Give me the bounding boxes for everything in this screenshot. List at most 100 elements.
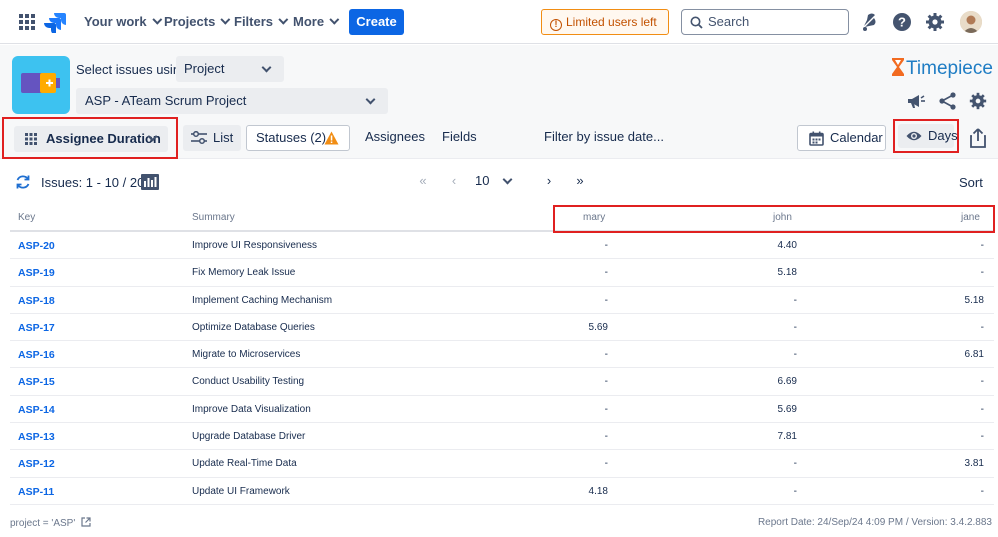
issue-source-value: Project (184, 61, 225, 76)
jane-duration: - (980, 321, 984, 333)
table-row: ASP-19 Fix Memory Leak Issue - 5.18 - (10, 259, 994, 287)
issue-key-link[interactable]: ASP-15 (18, 376, 55, 388)
notifications-icon[interactable] (858, 11, 880, 33)
mary-duration: - (604, 267, 608, 279)
issue-key-link[interactable]: ASP-13 (18, 431, 55, 443)
mary-duration: - (604, 294, 608, 306)
report-type-dropdown[interactable]: Assignee Duration (14, 126, 168, 152)
issues-count: Issues: 1 - 10 / 20 (41, 175, 145, 190)
mary-duration: - (604, 240, 608, 251)
table-row: ASP-11 Update UI Framework 4.18 - - (10, 478, 994, 505)
battery-icon (21, 73, 60, 93)
project-value: ASP - ATeam Scrum Project (85, 93, 247, 108)
fields-tab[interactable]: Fields (442, 129, 477, 144)
search-placeholder: Search (708, 14, 750, 29)
warning-triangle-icon (324, 131, 339, 145)
highlight-days: Days (893, 119, 959, 153)
highlight-assignee-columns (553, 205, 995, 233)
issue-source-select[interactable]: Project (176, 56, 284, 82)
mary-duration: - (604, 431, 608, 443)
search-input[interactable]: Search (681, 9, 849, 35)
project-select[interactable]: ASP - ATeam Scrum Project (76, 88, 388, 114)
share-network-icon[interactable] (938, 91, 958, 111)
nav-filters[interactable]: Filters (234, 12, 289, 32)
page-size-select[interactable]: 10 (475, 173, 513, 188)
calendar-button[interactable]: Calendar (797, 125, 886, 151)
issue-summary: Migrate to Microservices (192, 349, 301, 361)
project-avatar (12, 56, 70, 114)
settings-gear-icon[interactable] (968, 91, 988, 111)
last-page-button[interactable]: » (571, 173, 589, 188)
create-button[interactable]: Create (349, 9, 404, 35)
report-info: Report Date: 24/Sep/24 4:09 PM / Version… (757, 517, 992, 528)
john-duration: - (793, 458, 797, 470)
filter-by-issue-date[interactable]: Filter by issue date... (544, 129, 664, 144)
nav-your-work-label: Your work (84, 14, 147, 29)
table-row: ASP-12 Update Real-Time Data - - 3.81 (10, 450, 994, 478)
issue-key-link[interactable]: ASP-11 (18, 486, 54, 498)
column-header-key[interactable]: Key (18, 212, 35, 223)
issue-summary: Update UI Framework (192, 485, 290, 497)
nav-more-label: More (293, 14, 325, 29)
nav-projects[interactable]: Projects (164, 12, 231, 32)
settings-gear-icon[interactable] (924, 11, 946, 33)
brand-name: Timepiece (906, 58, 993, 79)
john-duration: 4.40 (777, 240, 797, 251)
chevron-down-icon (151, 14, 162, 25)
eye-icon (906, 131, 922, 141)
announcement-megaphone-icon[interactable] (906, 91, 926, 111)
issue-key-link[interactable]: ASP-20 (18, 240, 55, 252)
john-duration: 7.81 (777, 431, 797, 443)
chevron-down-icon (503, 174, 513, 185)
mary-duration: - (604, 349, 608, 361)
jane-duration: 3.81 (964, 458, 984, 470)
refresh-icon[interactable] (15, 174, 31, 190)
days-toggle-button[interactable]: Days (898, 124, 958, 148)
list-label: List (213, 130, 234, 145)
chevron-down-icon (329, 14, 340, 25)
john-duration: - (793, 294, 797, 306)
jira-logo-icon[interactable] (44, 11, 66, 33)
john-duration: - (793, 321, 797, 333)
issue-key-link[interactable]: ASP-14 (18, 404, 55, 416)
previous-page-button[interactable]: ‹ (445, 173, 463, 188)
person-icon (960, 11, 982, 33)
first-page-button[interactable]: « (414, 173, 432, 188)
bar-chart-icon[interactable] (140, 173, 160, 191)
table-row: ASP-14 Improve Data Visualization - 5.69 - (10, 396, 994, 424)
select-issues-label: Select issues using (76, 62, 188, 77)
jane-duration: - (980, 376, 984, 388)
issue-key-link[interactable]: ASP-12 (18, 458, 55, 470)
column-header-summary[interactable]: Summary (192, 212, 235, 223)
issue-key-link[interactable]: ASP-19 (18, 267, 55, 279)
jql-query[interactable]: project = 'ASP' (10, 517, 91, 529)
help-icon[interactable]: ? (891, 11, 913, 33)
assignees-tab[interactable]: Assignees (365, 129, 425, 144)
next-page-button[interactable]: › (540, 173, 558, 188)
external-link-icon (81, 517, 91, 527)
sort-button[interactable]: Sort (959, 175, 983, 190)
issue-key-link[interactable]: ASP-16 (18, 349, 55, 361)
nav-filters-label: Filters (234, 14, 274, 29)
issue-key-link[interactable]: ASP-18 (18, 295, 55, 307)
app-switcher-icon[interactable] (18, 13, 36, 31)
chevron-down-icon (278, 14, 289, 25)
calendar-label: Calendar (830, 130, 883, 145)
issue-summary: Improve UI Responsiveness (192, 240, 318, 251)
grid-icon (25, 133, 37, 145)
page-size-value: 10 (475, 173, 490, 188)
statuses-button[interactable]: Statuses (2) (246, 125, 350, 151)
chevron-down-icon (261, 62, 272, 73)
user-avatar[interactable] (960, 11, 982, 33)
issue-key-link[interactable]: ASP-17 (18, 322, 55, 334)
list-button[interactable]: List (183, 125, 241, 151)
sliders-icon (191, 131, 207, 145)
jane-duration: 5.18 (964, 294, 984, 306)
search-icon (690, 16, 703, 29)
limited-users-button[interactable]: ! Limited users left (541, 9, 669, 35)
jane-duration: - (980, 240, 984, 251)
chevron-down-icon (220, 14, 231, 25)
nav-your-work[interactable]: Your work (84, 12, 162, 32)
nav-more[interactable]: More (293, 12, 340, 32)
export-share-icon[interactable] (969, 128, 987, 148)
